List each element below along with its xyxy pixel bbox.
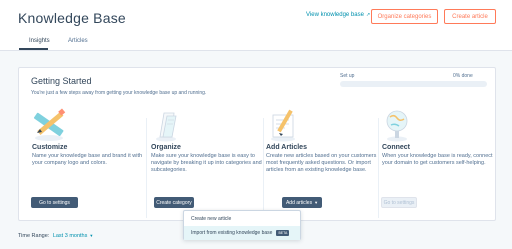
view-knowledge-base-label: View knowledge base: [306, 12, 364, 18]
menu-item-label: Import from existing knowledge base: [191, 230, 273, 236]
customize-settings-button[interactable]: Go to settings: [31, 197, 78, 208]
getting-started-title: Getting Started: [31, 76, 92, 86]
step-connect: Connect When your knowledge base is read…: [381, 107, 495, 219]
caret-down-icon: ▼: [314, 200, 319, 205]
organize-categories-button[interactable]: Organize categories: [371, 9, 438, 24]
step-customize: Customize Name your knowledge base and b…: [31, 107, 145, 219]
menu-item-create-new-article[interactable]: Create new article: [184, 212, 300, 226]
header-divider: [0, 50, 512, 51]
pencil-ruler-icon: [33, 108, 66, 141]
step-title: Add Articles: [266, 144, 307, 151]
step-title: Organize: [151, 144, 181, 151]
step-divider: [146, 118, 147, 218]
caret-down-icon: ▼: [89, 233, 94, 238]
create-article-button[interactable]: Create article: [444, 9, 496, 24]
tab-insights[interactable]: Insights: [29, 38, 50, 44]
time-range-filter: Time Range: Last 3 months ▼: [18, 233, 93, 239]
folder-sheets-icon: [156, 112, 177, 142]
article-pencil-icon: [271, 109, 295, 142]
progress-label: Set up: [340, 73, 355, 79]
progress-value: 0% done: [453, 73, 473, 79]
time-range-label: Time Range:: [18, 233, 50, 239]
tab-articles[interactable]: Articles: [68, 38, 88, 44]
step-description: Create new articles based on your custom…: [266, 153, 377, 174]
step-description: When your knowledge base is ready, conne…: [382, 153, 493, 167]
page-title: Knowledge Base: [18, 10, 126, 26]
step-description: Name your knowledge base and brand it wi…: [32, 153, 143, 167]
step-divider: [378, 118, 379, 218]
getting-started-card: Getting Started You're just a few steps …: [18, 67, 496, 221]
step-title: Customize: [32, 144, 68, 151]
time-range-value: Last 3 months: [52, 233, 88, 239]
step-add-articles: Add Articles Create new articles based o…: [265, 107, 379, 219]
step-organize: Organize Make sure your knowledge base i…: [150, 107, 264, 219]
step-description: Make sure your knowledge base is easy to…: [151, 153, 262, 174]
create-category-button[interactable]: Create category: [154, 197, 194, 208]
time-range-select[interactable]: Last 3 months ▼: [53, 233, 94, 239]
add-articles-menu: Create new article Import from existing …: [183, 210, 301, 240]
step-divider: [263, 118, 264, 218]
external-link-icon: ↗: [365, 12, 371, 18]
view-knowledge-base-link[interactable]: View knowledge base ↗: [306, 12, 370, 18]
add-articles-button[interactable]: Add articles ▼: [282, 197, 322, 208]
menu-item-import-article[interactable]: Import from existing knowledge base BETA: [184, 226, 300, 240]
getting-started-subtitle: You're just a few steps away from gettin…: [31, 90, 207, 96]
step-title: Connect: [382, 144, 410, 151]
connect-settings-button[interactable]: Go to settings: [381, 197, 417, 208]
beta-badge: BETA: [276, 230, 290, 236]
globe-lamp-icon: [386, 110, 408, 142]
add-articles-label: Add articles: [285, 199, 313, 206]
menu-item-label: Create new article: [191, 216, 232, 222]
progress-bar: [340, 81, 487, 87]
page-header: Knowledge Base View knowledge base ↗ Orga…: [0, 0, 512, 50]
